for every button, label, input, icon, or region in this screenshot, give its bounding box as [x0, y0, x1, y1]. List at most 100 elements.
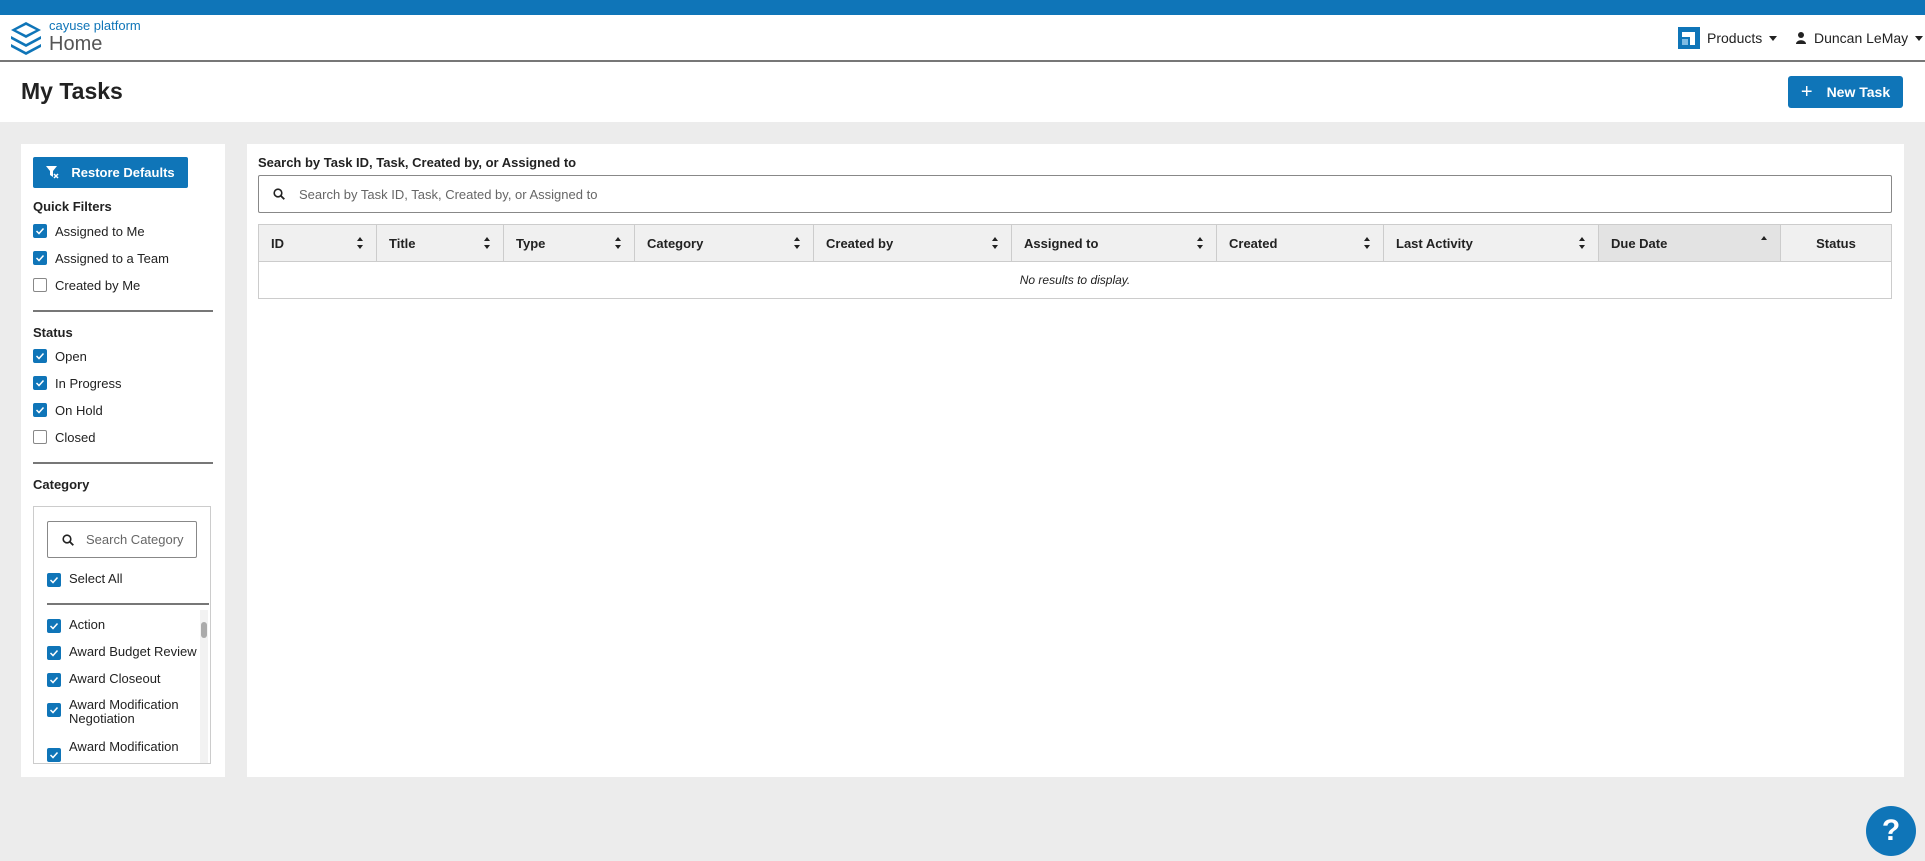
sort-icon — [1364, 237, 1370, 249]
restore-defaults-button[interactable]: Restore Defaults — [33, 157, 188, 188]
checkbox-checked-icon[interactable] — [47, 573, 61, 587]
brand-name: cayuse platform — [49, 18, 141, 33]
category-label: Award Modification Negotiation — [69, 697, 179, 726]
category-label: Award Modification — [69, 739, 179, 754]
sort-icon — [992, 237, 998, 249]
column-label: ID — [271, 235, 284, 251]
status-in-progress[interactable]: In Progress — [33, 374, 121, 392]
status-closed[interactable]: Closed — [33, 428, 95, 446]
category-filter-box: Select All Action Award Budget Review Aw… — [33, 506, 211, 764]
category-item[interactable]: Action — [47, 617, 105, 633]
products-label: Products — [1707, 30, 1763, 46]
checkbox-checked-icon[interactable] — [33, 376, 47, 390]
checkbox-unchecked-icon[interactable] — [33, 278, 47, 292]
status-title: Status — [33, 325, 73, 340]
column-label: Category — [647, 235, 704, 251]
category-scrollbar[interactable] — [200, 610, 208, 763]
select-all-label: Select All — [69, 571, 123, 586]
checkbox-checked-icon[interactable] — [47, 646, 61, 660]
column-header-assigned-to[interactable]: Assigned to — [1012, 225, 1217, 261]
column-header-created[interactable]: Created — [1217, 225, 1384, 261]
top-accent-strip — [0, 0, 1925, 15]
new-task-button[interactable]: + New Task — [1788, 76, 1903, 108]
column-header-title[interactable]: Title — [377, 225, 504, 261]
section-divider — [33, 462, 213, 464]
search-label: Search by Task ID, Task, Created by, or … — [258, 155, 577, 170]
filter-created-by-me[interactable]: Created by Me — [33, 276, 140, 294]
filter-label: Assigned to Me — [55, 223, 145, 239]
column-header-created-by[interactable]: Created by — [814, 225, 1012, 261]
category-item[interactable]: Award Modification — [47, 739, 179, 762]
user-name: Duncan LeMay — [1814, 30, 1909, 46]
status-open[interactable]: Open — [33, 347, 87, 365]
checkbox-checked-icon[interactable] — [33, 349, 47, 363]
filter-assigned-to-me[interactable]: Assigned to Me — [33, 222, 145, 240]
column-header-last-activity[interactable]: Last Activity — [1384, 225, 1599, 261]
checkbox-checked-icon[interactable] — [33, 224, 47, 238]
checkbox-checked-icon[interactable] — [33, 403, 47, 417]
page-title: My Tasks — [21, 78, 123, 104]
search-icon — [273, 188, 285, 200]
column-label: Type — [516, 235, 546, 251]
filter-assigned-to-team[interactable]: Assigned to a Team — [33, 249, 169, 267]
restore-defaults-label: Restore Defaults — [71, 165, 175, 180]
plus-icon: + — [1800, 81, 1813, 103]
filter-label: Created by Me — [55, 277, 141, 293]
search-icon — [62, 533, 74, 546]
status-label: Closed — [55, 429, 96, 445]
column-label: Created — [1229, 235, 1278, 251]
category-title: Category — [33, 477, 90, 492]
category-search — [47, 521, 197, 558]
category-select-all[interactable]: Select All — [47, 571, 122, 587]
sort-icon — [484, 237, 490, 249]
filter-reset-icon — [46, 166, 59, 179]
empty-state-row: No results to display. — [1019, 273, 1131, 287]
task-search-input[interactable] — [299, 186, 1799, 202]
category-item[interactable]: Award Budget Review — [47, 644, 197, 660]
filter-label: Assigned to a Team — [55, 250, 169, 266]
category-search-input[interactable] — [86, 532, 196, 547]
column-label: Last Activity — [1396, 235, 1473, 251]
sort-icon — [794, 237, 800, 249]
category-label: Action — [69, 617, 106, 632]
title-bar: My Tasks + New Task — [0, 62, 1925, 122]
task-search — [258, 175, 1892, 213]
column-header-status[interactable]: Status — [1781, 225, 1891, 261]
column-header-id[interactable]: ID — [259, 225, 377, 261]
column-label: Assigned to — [1024, 235, 1099, 251]
scrollbar-thumb[interactable] — [201, 622, 207, 638]
user-menu[interactable]: Duncan LeMay — [1796, 27, 1924, 49]
checkbox-checked-icon[interactable] — [47, 703, 61, 717]
sort-icon — [615, 237, 621, 249]
checkbox-unchecked-icon[interactable] — [33, 430, 47, 444]
chevron-down-icon — [1915, 35, 1924, 41]
brand[interactable]: cayuse platform Home — [49, 18, 141, 56]
user-icon — [1796, 32, 1806, 44]
sort-icon — [1197, 237, 1203, 249]
status-on-hold[interactable]: On Hold — [33, 401, 103, 419]
checkbox-checked-icon[interactable] — [33, 251, 47, 265]
checkbox-checked-icon[interactable] — [47, 673, 61, 687]
sort-icon — [1579, 237, 1585, 249]
cayuse-products-icon — [1678, 27, 1700, 49]
category-item[interactable]: Award Closeout — [47, 671, 161, 687]
column-label: Title — [389, 235, 416, 251]
column-label: Created by — [826, 235, 894, 251]
quick-filters-title: Quick Filters — [33, 199, 112, 214]
category-divider — [47, 603, 209, 605]
column-header-category[interactable]: Category — [635, 225, 814, 261]
help-button[interactable]: ? — [1866, 806, 1916, 856]
column-header-type[interactable]: Type — [504, 225, 635, 261]
category-label: Award Closeout — [69, 671, 161, 686]
app-header: cayuse platform Home Products Duncan LeM… — [0, 15, 1925, 62]
category-item[interactable]: Award Modification Negotiation — [47, 698, 192, 726]
column-header-due-date[interactable]: Due Date — [1599, 225, 1781, 261]
new-task-label: New Task — [1826, 84, 1891, 100]
products-menu[interactable]: Products — [1678, 27, 1778, 49]
tasks-panel: Search by Task ID, Task, Created by, or … — [247, 144, 1904, 777]
column-label: Due Date — [1611, 235, 1668, 251]
stacked-layers-icon[interactable] — [6, 19, 46, 57]
section-divider — [33, 310, 213, 312]
category-label: Award Budget Review — [69, 644, 197, 659]
checkbox-checked-icon[interactable] — [47, 619, 61, 633]
